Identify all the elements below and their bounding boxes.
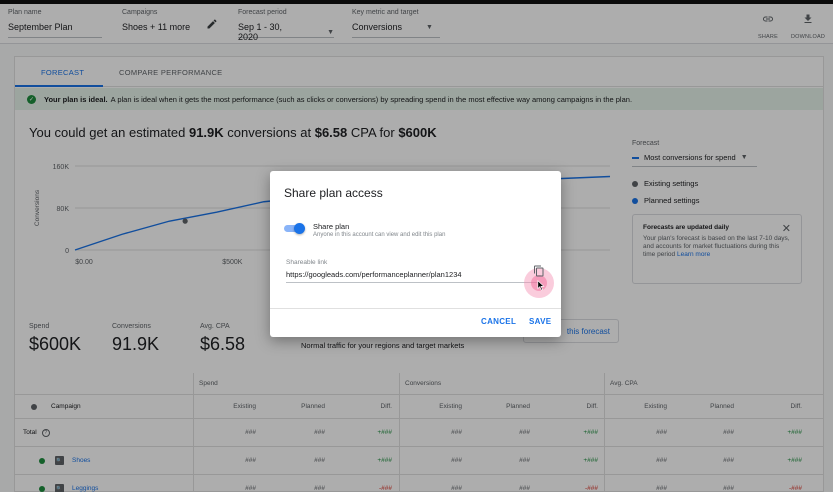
mouse-pointer-icon xyxy=(537,280,545,291)
dialog-title: Share plan access xyxy=(284,186,383,200)
save-button[interactable]: SAVE xyxy=(529,317,551,326)
copy-icon[interactable] xyxy=(533,264,545,278)
dialog-divider xyxy=(270,308,561,309)
toggle-knob xyxy=(294,223,305,234)
cancel-button[interactable]: CANCEL xyxy=(481,317,516,326)
shareable-link-label: Shareable link xyxy=(286,259,328,266)
share-plan-subtext: Anyone in this account can view and edit… xyxy=(313,232,446,238)
shareable-link-field[interactable]: https://googleads.com/performanceplanner… xyxy=(286,270,462,279)
link-underline xyxy=(286,282,540,283)
share-plan-label: Share plan xyxy=(313,222,350,231)
share-plan-toggle[interactable] xyxy=(284,223,306,234)
share-plan-dialog: Share plan access Share plan Anyone in t… xyxy=(270,171,561,337)
